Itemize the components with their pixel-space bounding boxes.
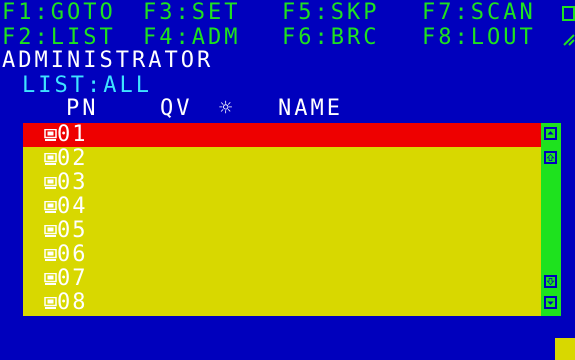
- port-row-03[interactable]: 03: [23, 171, 541, 195]
- port-number: 04: [57, 194, 88, 219]
- f3-set-key[interactable]: F3:SET: [143, 2, 240, 24]
- port-row-08[interactable]: 08: [23, 291, 541, 315]
- f6-brc-key[interactable]: F6:BRC: [282, 27, 379, 49]
- f5-skp-key[interactable]: F5:SKP: [282, 2, 379, 24]
- function-key-row-1: F1:GOTO F3:SET F5:SKP F7:SCAN: [2, 2, 575, 24]
- port-row-06[interactable]: 06: [23, 243, 541, 267]
- scrollbar[interactable]: [541, 123, 561, 316]
- port-number: 08: [57, 290, 88, 315]
- computer-icon: [44, 273, 57, 285]
- computer-icon: [44, 129, 57, 141]
- sun-icon[interactable]: ☼: [219, 98, 235, 120]
- port-row-01[interactable]: 01: [23, 123, 541, 147]
- resize-icon[interactable]: [562, 33, 575, 47]
- username-label: ADMINISTRATOR: [2, 48, 214, 73]
- computer-icon: [44, 201, 57, 213]
- port-number: 05: [57, 218, 88, 243]
- corner-block: [555, 338, 575, 360]
- f2-list-key[interactable]: F2:LIST: [2, 27, 116, 49]
- computer-icon: [44, 177, 57, 189]
- computer-icon: [44, 297, 57, 309]
- scroll-down-icon[interactable]: [544, 275, 557, 288]
- port-number: 03: [57, 170, 88, 195]
- computer-icon: [44, 153, 57, 165]
- computer-icon: [44, 249, 57, 261]
- list-mode-label: LIST:ALL: [22, 73, 152, 98]
- port-number: 07: [57, 266, 88, 291]
- port-row-02[interactable]: 02: [23, 147, 541, 171]
- page-up-icon[interactable]: [544, 127, 557, 140]
- port-number: 02: [57, 146, 88, 171]
- column-qv-header[interactable]: QV: [160, 98, 193, 120]
- f8-lout-key[interactable]: F8:LOUT: [422, 27, 536, 49]
- f7-scan-key[interactable]: F7:SCAN: [422, 2, 536, 24]
- column-name-header[interactable]: NAME: [278, 98, 343, 120]
- port-row-05[interactable]: 05: [23, 219, 541, 243]
- scroll-up-icon[interactable]: [544, 151, 557, 164]
- function-key-row-2: F2:LIST F4:ADM F6:BRC F8:LOUT: [2, 27, 575, 49]
- port-number: 01: [57, 122, 88, 147]
- port-row-04[interactable]: 04: [23, 195, 541, 219]
- computer-icon: [44, 225, 57, 237]
- column-pn-header[interactable]: PN: [66, 98, 99, 120]
- f4-adm-key[interactable]: F4:ADM: [143, 27, 240, 49]
- page-down-icon[interactable]: [544, 296, 557, 309]
- port-list: 01 02 03 04 05 06 07 08: [23, 123, 541, 316]
- close-icon[interactable]: [562, 6, 575, 21]
- port-number: 06: [57, 242, 88, 267]
- f1-goto-key[interactable]: F1:GOTO: [2, 2, 116, 24]
- port-row-07[interactable]: 07: [23, 267, 541, 291]
